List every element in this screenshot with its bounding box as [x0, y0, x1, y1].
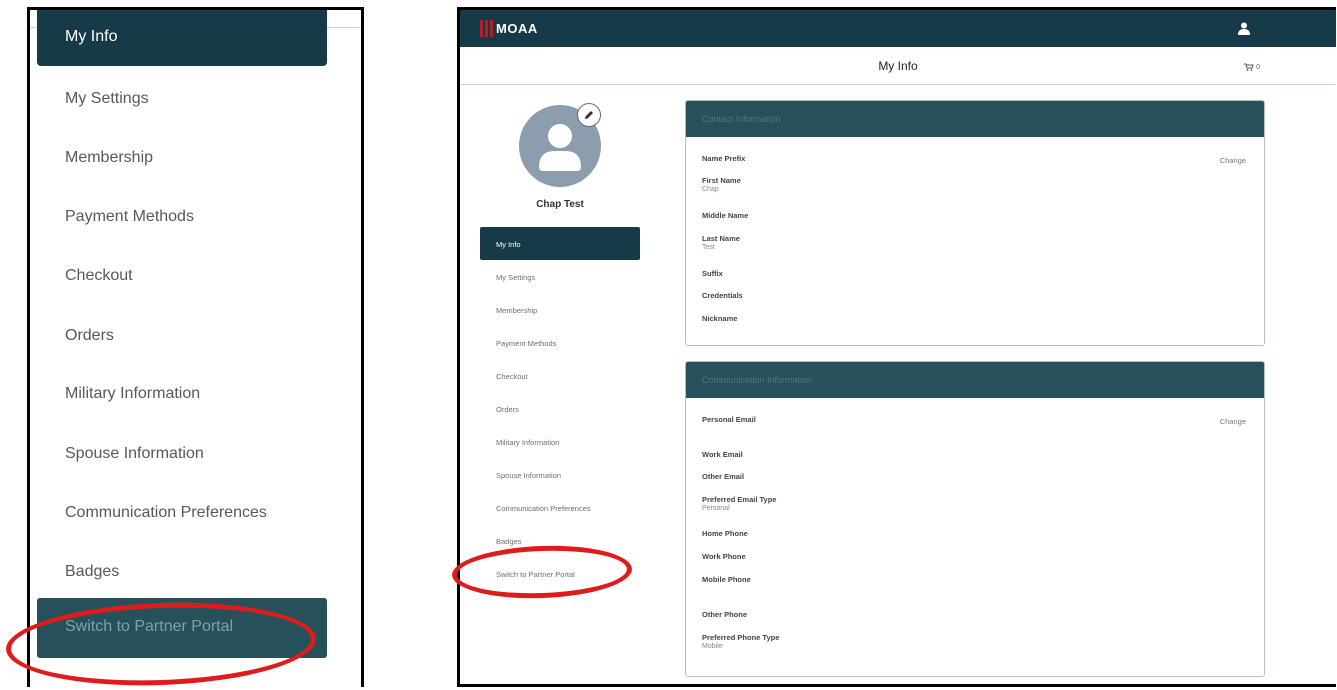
zoom-nav-orders[interactable]: Orders: [65, 327, 114, 345]
logo-stripes-icon: [480, 19, 493, 37]
field-other-email: Other Email: [702, 472, 745, 481]
cart-button[interactable]: 0: [1244, 63, 1260, 71]
contact-card-title: Contact Information: [686, 101, 1264, 137]
zoom-nav-military-information[interactable]: Military Information: [65, 385, 200, 403]
user-icon[interactable]: [1238, 22, 1250, 35]
pencil-icon: [585, 111, 593, 119]
field-other-phone: Other Phone: [702, 610, 748, 619]
sidebar-item-membership[interactable]: Membership: [480, 293, 640, 326]
field-middle-name: Middle Name: [702, 211, 749, 220]
preferred-email-type-value: Personal: [702, 505, 730, 512]
field-preferred-email-type: Preferred Email Type Personal: [702, 495, 777, 512]
contact-information-card: Contact Information Change Name Prefix F…: [685, 100, 1265, 346]
profile-name: Chap Test: [536, 199, 584, 210]
field-work-phone: Work Phone: [702, 552, 746, 561]
zoom-nav-membership[interactable]: Membership: [65, 149, 153, 167]
last-name-value: Test: [702, 244, 715, 251]
cart-count: 0: [1256, 63, 1260, 71]
field-work-email: Work Email: [702, 450, 743, 459]
preferred-phone-type-value: Mobile: [702, 643, 723, 650]
zoom-nav-my-info[interactable]: My Info: [37, 10, 327, 66]
contact-change-link[interactable]: Change: [1220, 156, 1246, 165]
field-nickname: Nickname: [702, 314, 738, 323]
communication-change-link[interactable]: Change: [1220, 417, 1246, 426]
edit-avatar-button[interactable]: [577, 103, 601, 127]
sidebar-item-military-information[interactable]: Military Information: [480, 425, 640, 458]
field-home-phone: Home Phone: [702, 529, 748, 538]
top-nav-bar: MOAA: [460, 10, 1336, 47]
zoom-nav-my-settings[interactable]: My Settings: [65, 90, 149, 108]
zoom-nav-badges[interactable]: Badges: [65, 563, 119, 581]
field-last-name: Last Name Test: [702, 234, 740, 251]
sidebar-item-spouse-information[interactable]: Spouse Information: [480, 458, 640, 491]
field-mobile-phone: Mobile Phone: [702, 575, 751, 584]
field-personal-email: Personal Email: [702, 415, 756, 424]
page-title: My Info: [878, 59, 918, 73]
sidebar-item-communication-preferences[interactable]: Communication Preferences: [480, 491, 640, 524]
cart-icon: [1244, 63, 1254, 71]
zoom-nav-communication-preferences[interactable]: Communication Preferences: [65, 504, 267, 522]
logo-text: MOAA: [496, 20, 538, 36]
moaa-logo[interactable]: MOAA: [480, 19, 538, 37]
sidebar-nav: My Info My Settings Membership Payment M…: [480, 227, 640, 590]
field-first-name: First Name Chap: [702, 176, 741, 193]
page-header: My Info 0: [460, 47, 1336, 85]
sidebar-item-my-info[interactable]: My Info: [480, 227, 640, 260]
first-name-value: Chap: [702, 186, 719, 193]
communication-information-card: Communication Information Change Persona…: [685, 361, 1265, 677]
field-preferred-phone-type: Preferred Phone Type Mobile: [702, 633, 780, 650]
zoom-nav-checkout[interactable]: Checkout: [65, 267, 133, 285]
zoom-nav-spouse-information[interactable]: Spouse Information: [65, 445, 204, 463]
sidebar-item-my-settings[interactable]: My Settings: [480, 260, 640, 293]
sidebar-item-checkout[interactable]: Checkout: [480, 359, 640, 392]
field-name-prefix: Name Prefix: [702, 154, 746, 163]
field-credentials: Credentials: [702, 291, 743, 300]
field-suffix: Suffix: [702, 269, 723, 278]
zoom-nav-payment-methods[interactable]: Payment Methods: [65, 208, 194, 226]
sidebar-item-payment-methods[interactable]: Payment Methods: [480, 326, 640, 359]
communication-card-title: Communication Information: [686, 362, 1264, 398]
zoomed-sidebar-panel: My Info My Settings Membership Payment M…: [27, 7, 364, 687]
sidebar-item-orders[interactable]: Orders: [480, 392, 640, 425]
